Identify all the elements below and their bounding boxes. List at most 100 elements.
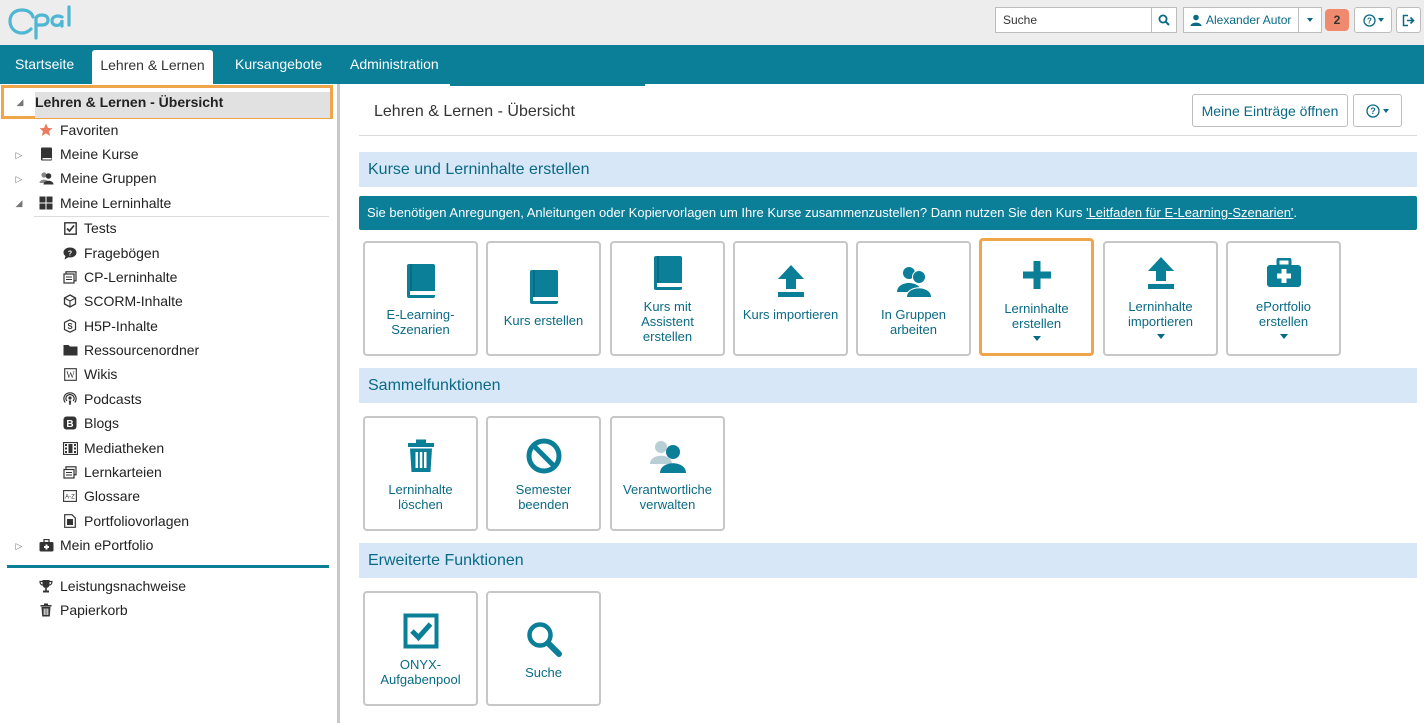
- sidebar-item-label: Portfoliovorlagen: [84, 513, 190, 529]
- chevron-down-icon: [1279, 334, 1288, 339]
- sidebar-item-wikis[interactable]: W Wikis: [62, 363, 117, 385]
- page-help-button[interactable]: ?: [1353, 94, 1402, 127]
- sidebar-item-podcasts[interactable]: Podcasts: [62, 388, 142, 410]
- sidebar-item-leistungsnachweise[interactable]: Leistungsnachweise: [38, 575, 186, 597]
- opal-logo[interactable]: [8, 4, 82, 40]
- sidebar-item-ressourcenordner[interactable]: Ressourcenordner: [62, 339, 199, 361]
- book-icon: [648, 253, 688, 293]
- help-menu-button[interactable]: ?: [1354, 7, 1392, 33]
- sidebar-item-mediatheken[interactable]: Mediatheken: [62, 437, 164, 459]
- sidebar-item-h5p-inhalte[interactable]: S H5P-Inhalte: [62, 315, 158, 337]
- sidebar-item-mein-eportfolio[interactable]: Mein ePortfolio: [38, 534, 153, 556]
- open-my-entries-button[interactable]: Meine Einträge öffnen: [1192, 94, 1348, 127]
- svg-text:W: W: [66, 370, 75, 380]
- title-divider: [359, 135, 1417, 136]
- svg-text:S: S: [67, 322, 73, 331]
- tile-eportfolio-erstellen[interactable]: ePortfolio erstellen: [1226, 241, 1341, 356]
- user-menu-button[interactable]: Alexander Autor: [1183, 7, 1299, 33]
- sidebar-root-item[interactable]: ◢ Lehren & Lernen - Übersicht: [1, 85, 333, 119]
- tile-verantwortliche-verwalten[interactable]: Verantwortliche verwalten: [610, 416, 725, 531]
- search-input[interactable]: [996, 8, 1151, 32]
- sidebar: ◢ Lehren & Lernen - Übersicht Favoriten …: [0, 84, 340, 723]
- tab-administration[interactable]: Administration: [350, 45, 439, 84]
- chevron-down-icon: [1383, 108, 1389, 113]
- scorm-cube-icon: [62, 293, 78, 309]
- tile-label: Semester beenden: [515, 482, 572, 512]
- sidebar-item-portfoliovorlagen[interactable]: Portfoliovorlagen: [62, 510, 189, 532]
- sidebar-item-label: Ressourcenordner: [84, 342, 200, 358]
- grid-icon: [38, 195, 54, 211]
- question-bubble-icon: ?: [62, 245, 78, 261]
- sidebar-item-label: Mein ePortfolio: [60, 537, 154, 553]
- logout-button[interactable]: [1396, 7, 1421, 33]
- flashcards-icon: [62, 464, 78, 480]
- tile-lerninhalte-loeschen[interactable]: Lerninhalte löschen: [363, 416, 478, 531]
- sidebar-section-divider: [7, 565, 329, 568]
- section-create-courses-title: Kurse und Lerninhalte erstellen: [359, 152, 1417, 187]
- tile-lerninhalte-erstellen[interactable]: Lerninhalte erstellen: [979, 238, 1094, 356]
- sidebar-item-lernkarteien[interactable]: Lernkarteien: [62, 461, 162, 483]
- expand-triangle-icon[interactable]: ▷: [14, 541, 24, 551]
- sidebar-item-glossare[interactable]: A-Z Glossare: [62, 485, 140, 507]
- sidebar-item-label: Papierkorb: [60, 602, 128, 618]
- tile-semester-beenden[interactable]: Semester beenden: [486, 416, 601, 531]
- tile-e-learning-szenarien[interactable]: E-Learning-Szenarien: [363, 241, 478, 356]
- svg-text:B: B: [66, 419, 73, 430]
- tile-kurs-mit-assistent[interactable]: Kurs mit Assistent erstellen: [610, 241, 725, 356]
- expand-triangle-icon[interactable]: ▷: [14, 174, 24, 184]
- upload-icon: [771, 261, 811, 301]
- chevron-down-icon: [1032, 336, 1041, 341]
- tile-kurs-importieren[interactable]: Kurs importieren: [733, 241, 848, 356]
- tile-suche[interactable]: Suche: [486, 591, 601, 706]
- tab-kursangebote[interactable]: Kursangebote: [235, 45, 322, 84]
- tile-kurs-erstellen[interactable]: Kurs erstellen: [486, 241, 601, 356]
- sidebar-item-frageboegen[interactable]: ? Fragebögen: [62, 242, 160, 264]
- users-icon: [894, 261, 934, 301]
- sidebar-item-label: Tests: [84, 220, 117, 236]
- sidebar-item-meine-lerninhalte[interactable]: Meine Lerninhalte: [38, 192, 171, 214]
- sidebar-item-label: Favoriten: [60, 122, 119, 138]
- collapse-triangle-icon[interactable]: ◢: [14, 198, 24, 208]
- notification-badge[interactable]: 2: [1325, 9, 1349, 31]
- expand-triangle-icon[interactable]: ▷: [14, 150, 24, 160]
- sidebar-item-label: CP-Lerninhalte: [84, 269, 178, 285]
- sidebar-item-blogs[interactable]: B Blogs: [62, 412, 119, 434]
- eportfolio-icon: [1264, 253, 1304, 293]
- tile-label: Suche: [525, 665, 562, 680]
- collapse-triangle-icon[interactable]: ◢: [15, 97, 25, 107]
- chevron-down-icon: [1156, 334, 1165, 339]
- cp-package-icon: [62, 269, 78, 285]
- tile-lerninhalte-importieren[interactable]: Lerninhalte importieren: [1103, 241, 1218, 356]
- sidebar-item-cp-lerninhalte[interactable]: CP-Lerninhalte: [62, 266, 177, 288]
- tile-label: ONYX-Aufgabenpool: [380, 657, 461, 687]
- tile-in-gruppen-arbeiten[interactable]: In Gruppen arbeiten: [856, 241, 971, 356]
- tab-startseite[interactable]: Startseite: [15, 45, 74, 84]
- sidebar-item-scorm-inhalte[interactable]: SCORM-Inhalte: [62, 290, 183, 312]
- info-text: Sie benötigen Anregungen, Anleitungen od…: [367, 205, 1087, 220]
- sidebar-item-label: Mediatheken: [84, 440, 165, 456]
- tile-onyx-aufgabenpool[interactable]: ONYX-Aufgabenpool: [363, 591, 478, 706]
- tile-label: Kurs mit Assistent erstellen: [641, 299, 694, 344]
- h5p-icon: S: [62, 318, 78, 334]
- sidebar-item-favoriten[interactable]: Favoriten: [38, 119, 118, 141]
- users-icon: [38, 170, 54, 186]
- top-bar: Alexander Autor 2 ?: [0, 0, 1424, 45]
- info-end: .: [1293, 205, 1298, 220]
- upload-icon: [1141, 253, 1181, 293]
- search-button[interactable]: [1151, 8, 1176, 32]
- sidebar-item-label: Leistungsnachweise: [60, 578, 187, 594]
- film-icon: [62, 440, 78, 456]
- sidebar-item-meine-gruppen[interactable]: Meine Gruppen: [38, 167, 157, 189]
- sidebar-item-label: Meine Lerninhalte: [60, 195, 172, 211]
- book-icon: [524, 267, 564, 307]
- user-menu-dropdown[interactable]: [1299, 7, 1322, 33]
- sidebar-item-tests[interactable]: Tests: [62, 217, 117, 239]
- user-name: Alexander Autor: [1206, 13, 1292, 27]
- tab-lehren-lernen[interactable]: Lehren & Lernen: [92, 50, 213, 84]
- sidebar-item-label: Meine Gruppen: [60, 170, 157, 186]
- leitfaden-link[interactable]: 'Leitfaden für E-Learning-Szenarien': [1086, 205, 1293, 220]
- star-icon: [38, 122, 54, 138]
- sidebar-item-papierkorb[interactable]: Papierkorb: [38, 599, 128, 621]
- sidebar-item-meine-kurse[interactable]: Meine Kurse: [38, 143, 139, 165]
- tile-label: Lerninhalte löschen: [388, 482, 453, 512]
